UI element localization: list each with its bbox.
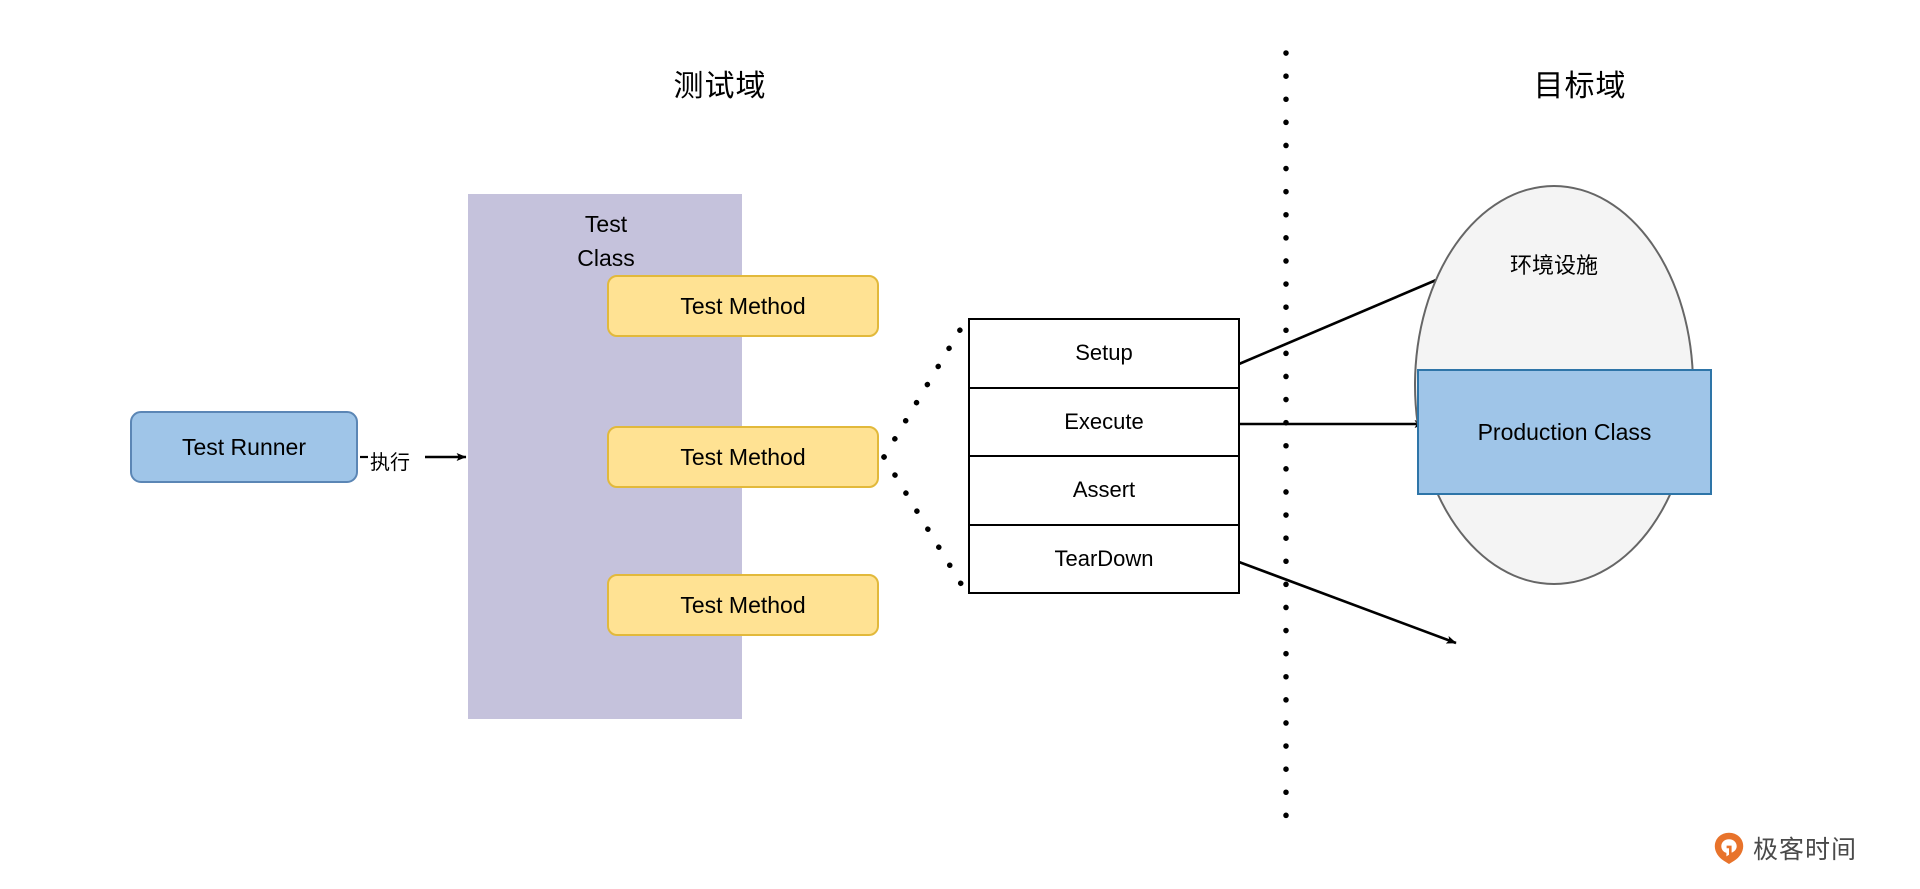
phase-row[interactable]: TearDown <box>970 525 1238 592</box>
test-runner-node[interactable]: Test Runner <box>130 411 358 483</box>
geektime-logo-icon <box>1714 832 1744 864</box>
test-method-label: Test Method <box>680 292 806 319</box>
phase-label: Setup <box>1075 340 1133 366</box>
phase-row[interactable]: Setup <box>970 320 1238 389</box>
production-class-node[interactable]: Production Class <box>1417 369 1712 495</box>
test-method-node[interactable]: Test Method <box>607 275 879 337</box>
test-domain-title: 测试域 <box>673 70 767 103</box>
test-method-node[interactable]: Test Method <box>607 426 879 488</box>
test-class-label: Test Class <box>577 211 635 271</box>
watermark: 极客时间 <box>1714 830 1857 866</box>
phase-label: Execute <box>1064 408 1144 434</box>
watermark-text: 极客时间 <box>1753 836 1858 864</box>
execute-edge-label: 执行 <box>369 446 411 475</box>
edge-teardown-to-env <box>1238 560 1457 645</box>
phase-row[interactable]: Assert <box>970 457 1238 526</box>
test-method-label: Test Method <box>680 443 806 470</box>
test-method-label: Test Method <box>680 591 806 618</box>
phase-label: Assert <box>1072 477 1136 503</box>
test-method-node[interactable]: Test Method <box>607 574 879 636</box>
phase-row[interactable]: Execute <box>970 388 1238 457</box>
test-runner-label: Test Runner <box>181 433 306 460</box>
edge-method-to-phases <box>881 317 969 595</box>
environment-label: 环境设施 <box>1509 253 1598 278</box>
production-class-label: Production Class <box>1477 418 1652 445</box>
phase-label: TearDown <box>1054 545 1154 571</box>
target-domain-title: 目标域 <box>1533 70 1627 103</box>
diagram-canvas: 测试域 目标域 Test Runner 执行 Test Class Test M… <box>0 0 1920 889</box>
test-phase-table: Setup Execute Assert TearDown <box>968 318 1240 594</box>
